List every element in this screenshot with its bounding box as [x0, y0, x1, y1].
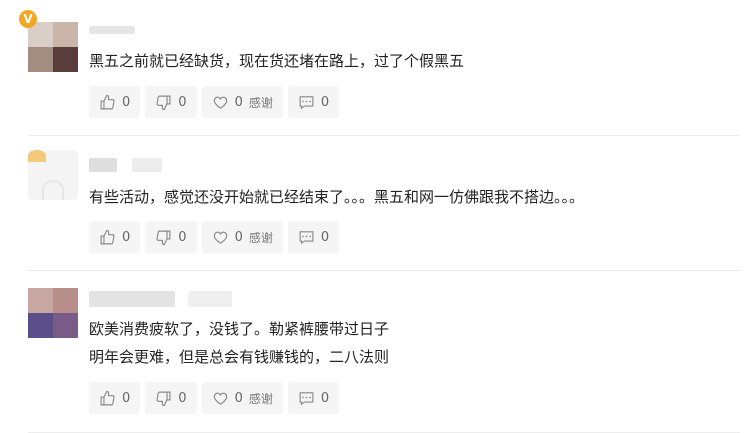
username-blurred[interactable] [89, 158, 117, 172]
comment-icon [299, 95, 314, 109]
heart-icon [213, 96, 227, 109]
reply-count: 0 [320, 390, 330, 406]
username-blurred-2[interactable] [132, 158, 162, 172]
heart-icon [213, 392, 227, 405]
thanks-button[interactable]: 0 感谢 [201, 86, 283, 118]
dislike-count: 0 [178, 390, 187, 406]
reply-count: 0 [320, 94, 330, 110]
reply-button[interactable]: 0 [287, 382, 340, 414]
username-blurred-2[interactable] [188, 291, 232, 307]
like-button[interactable]: 0 [89, 86, 141, 118]
comment-text: 有些活动，感觉还没开始就已经结束了。。。黑五和网一仿佛跟我不搭边。。。 [89, 188, 585, 206]
thanks-count: 0 [234, 229, 243, 245]
avatar[interactable] [28, 288, 78, 338]
reply-button[interactable]: 0 [287, 86, 340, 118]
heart-icon [213, 231, 227, 244]
thanks-label: 感谢 [248, 95, 273, 110]
thumbs-down-icon [156, 230, 171, 245]
thanks-count: 0 [234, 390, 243, 406]
like-count: 0 [122, 94, 131, 110]
comment-item: 有些活动，感觉还没开始就已经结束了。。。黑五和网一仿佛跟我不搭边。。。 0 0 … [0, 136, 745, 270]
comment-text-line-2: 明年会更难，但是总会有钱赚钱的，二八法则 [89, 348, 390, 366]
dislike-count: 0 [178, 229, 187, 245]
comment-item: V 黑五之前就已经缺货，现在货还堵在路上，过了个假黑五 0 0 0 感谢 0 [0, 0, 745, 135]
thumbs-up-icon [100, 229, 115, 244]
like-count: 0 [122, 390, 131, 406]
comment-actions: 0 0 0 感谢 0 [89, 86, 340, 118]
avatar[interactable] [28, 150, 78, 200]
thumbs-down-icon [156, 95, 171, 110]
thanks-button[interactable]: 0 感谢 [201, 382, 283, 414]
like-button[interactable]: 0 [89, 221, 141, 253]
comment-text-line-1: 欧美消费疲软了，没钱了。勒紧裤腰带过日子 [89, 320, 390, 338]
thumbs-down-icon [156, 391, 171, 406]
comment-icon [299, 230, 314, 244]
comment-item: 欧美消费疲软了，没钱了。勒紧裤腰带过日子 明年会更难，但是总会有钱赚钱的，二八法… [0, 271, 745, 433]
thanks-label: 感谢 [248, 391, 273, 406]
thanks-count: 0 [234, 94, 243, 110]
thanks-label: 感谢 [248, 230, 273, 245]
username-blurred[interactable] [89, 26, 135, 34]
comment-actions: 0 0 0 感谢 0 [89, 382, 340, 414]
dislike-count: 0 [178, 94, 187, 110]
verified-badge-icon: V [19, 10, 37, 28]
comment-text: 黑五之前就已经缺货，现在货还堵在路上，过了个假黑五 [89, 52, 465, 70]
like-count: 0 [122, 229, 131, 245]
username-blurred[interactable] [89, 291, 175, 307]
dislike-button[interactable]: 0 [145, 86, 197, 118]
avatar[interactable] [28, 22, 78, 72]
reply-button[interactable]: 0 [287, 221, 340, 253]
thumbs-up-icon [100, 390, 115, 405]
comment-icon [299, 391, 314, 405]
thumbs-up-icon [100, 94, 115, 109]
reply-count: 0 [320, 229, 330, 245]
dislike-button[interactable]: 0 [145, 382, 197, 414]
comment-actions: 0 0 0 感谢 0 [89, 221, 340, 253]
like-button[interactable]: 0 [89, 382, 141, 414]
dislike-button[interactable]: 0 [145, 221, 197, 253]
thanks-button[interactable]: 0 感谢 [201, 221, 283, 253]
